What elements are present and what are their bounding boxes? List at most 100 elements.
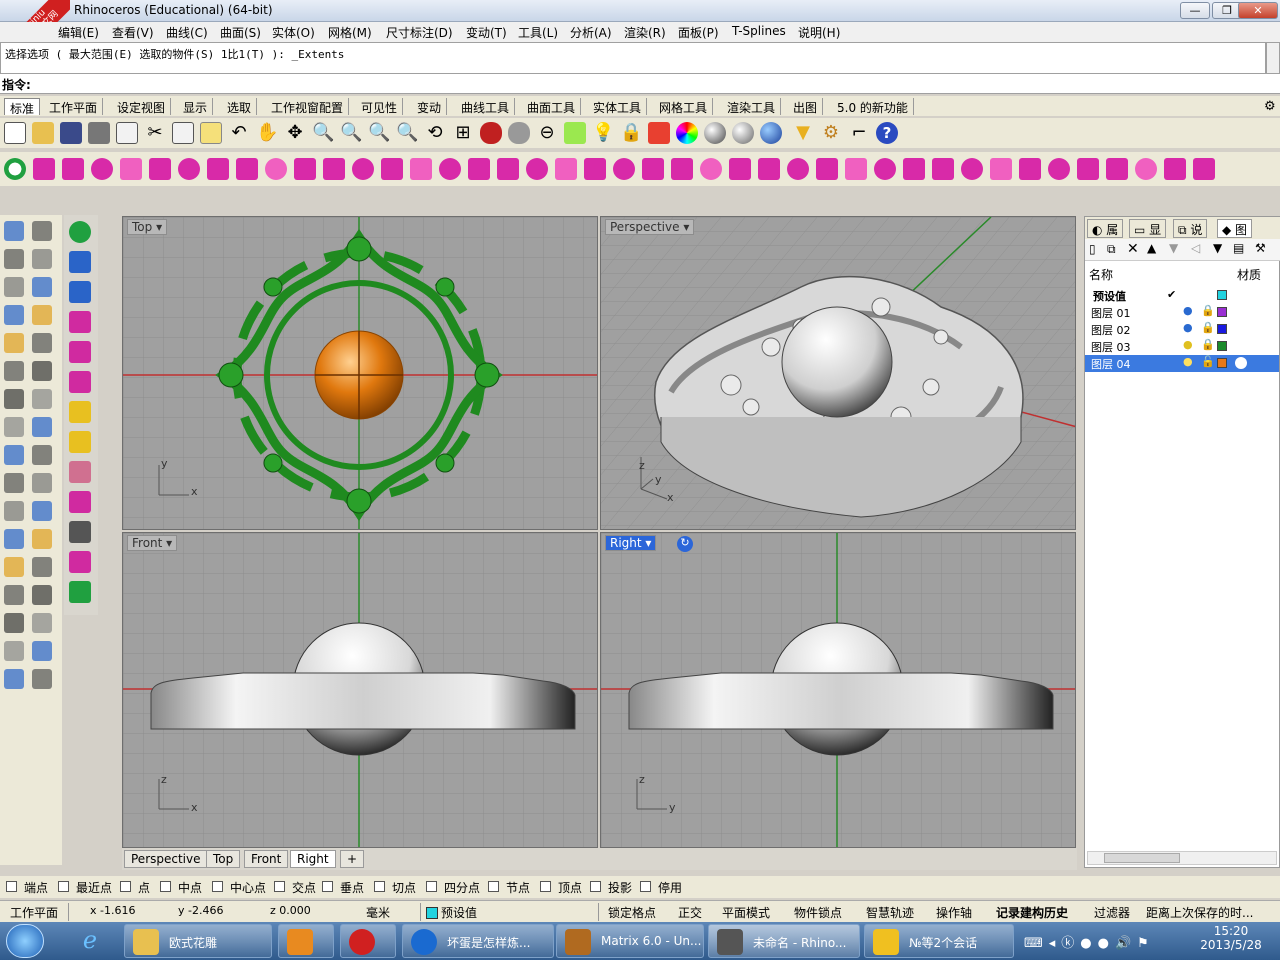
named-views-icon[interactable]	[480, 122, 502, 144]
viewport-label-right[interactable]: Right ▾	[605, 535, 657, 551]
menu-surface[interactable]: 曲面(S)	[220, 24, 261, 41]
copy-icon[interactable]	[172, 122, 194, 144]
tool-icon[interactable]	[4, 473, 24, 493]
tool-icon[interactable]	[32, 361, 52, 381]
ie-icon[interactable]: ℯ	[70, 926, 110, 956]
lock-icon[interactable]: 🔒	[1201, 321, 1215, 334]
osnap-checkbox[interactable]	[590, 881, 601, 892]
pan-hand-icon[interactable]: ✋	[256, 122, 278, 144]
task-matrix[interactable]: Matrix 6.0 - Un...	[556, 924, 704, 958]
tab-new-in-v5[interactable]: 5.0 的新功能	[832, 98, 914, 115]
new-file-icon[interactable]	[4, 122, 26, 144]
material-icon[interactable]	[1235, 357, 1247, 369]
tab-layers[interactable]: ◆ 图	[1217, 219, 1253, 238]
tool-icon[interactable]	[1048, 158, 1070, 180]
tool-icon[interactable]	[4, 158, 26, 180]
menu-edit[interactable]: 编辑(E)	[58, 24, 99, 41]
tool-icon[interactable]	[32, 389, 52, 409]
rendered-sphere-icon[interactable]	[732, 122, 754, 144]
layer-icon[interactable]	[648, 122, 670, 144]
viewport-label-front[interactable]: Front ▾	[127, 535, 178, 551]
four-viewports-icon[interactable]: ⊞	[452, 122, 474, 144]
osnap-checkbox[interactable]	[488, 881, 499, 892]
tab-properties[interactable]: ◐ 属	[1087, 219, 1124, 238]
tool-icon[interactable]	[149, 158, 171, 180]
tool-icon[interactable]	[1135, 158, 1157, 180]
tab-set-view[interactable]: 设定视图	[112, 98, 172, 115]
menu-tsplines[interactable]: T-Splines	[732, 24, 786, 38]
tab-drafting[interactable]: 出图	[788, 98, 824, 115]
tool-icon[interactable]	[1164, 158, 1186, 180]
options-gear-icon[interactable]: ⚙	[820, 122, 842, 144]
tool-icon[interactable]	[4, 641, 24, 661]
tool-icon[interactable]	[62, 158, 84, 180]
view-tab-right[interactable]: Right	[290, 850, 336, 868]
menu-tools[interactable]: 工具(L)	[518, 24, 558, 41]
tool-icon[interactable]	[381, 158, 403, 180]
osnap-checkbox[interactable]	[274, 881, 285, 892]
tool-icon[interactable]	[729, 158, 751, 180]
layer-color-swatch[interactable]	[1217, 307, 1227, 317]
tool-icon[interactable]	[69, 401, 91, 423]
task-player[interactable]	[278, 924, 334, 958]
menu-help[interactable]: 说明(H)	[798, 24, 840, 41]
layer-row-01[interactable]: 图层 01 ● 🔒	[1085, 304, 1279, 321]
tool-icon[interactable]	[32, 557, 52, 577]
status-filter[interactable]: 过滤器	[1094, 904, 1130, 921]
tab-transform[interactable]: 变动	[412, 98, 448, 115]
viewport-label-perspective[interactable]: Perspective ▾	[605, 219, 695, 235]
tool-icon[interactable]	[91, 158, 113, 180]
viewport-front[interactable]: z x Front ▾	[122, 532, 598, 848]
tool-icon[interactable]	[32, 473, 52, 493]
task-folder[interactable]: 欧式花雕	[124, 924, 272, 958]
tool-icon[interactable]	[932, 158, 954, 180]
viewport-right[interactable]: z y Right ▾ ↻	[600, 532, 1076, 848]
tool-icon[interactable]	[874, 158, 896, 180]
tool-icon[interactable]	[4, 669, 24, 689]
tab-curve-tools[interactable]: 曲线工具	[456, 98, 516, 115]
task-qvod[interactable]	[340, 924, 396, 958]
tool-icon[interactable]	[787, 158, 809, 180]
tool-icon[interactable]	[4, 389, 24, 409]
task-qq[interactable]: №等2个会话	[864, 924, 1014, 958]
tool-icon[interactable]	[69, 491, 91, 513]
tool-icon[interactable]	[32, 669, 52, 689]
move-up-icon[interactable]: ▲	[1147, 241, 1156, 255]
zoom-selected-icon[interactable]: 🔍	[396, 122, 418, 144]
status-ortho[interactable]: 正交	[678, 904, 702, 921]
tool-icon[interactable]	[4, 305, 24, 325]
tool-icon[interactable]	[4, 277, 24, 297]
tool-icon[interactable]	[526, 158, 548, 180]
undo-view-icon[interactable]: ⟲	[424, 122, 446, 144]
minimize-button[interactable]: —	[1180, 2, 1210, 19]
tool-icon[interactable]	[4, 585, 24, 605]
tool-icon[interactable]	[69, 461, 91, 483]
zoom-extents-icon[interactable]: 🔍	[368, 122, 390, 144]
status-history[interactable]: 记录建构历史	[996, 904, 1068, 921]
tool-icon[interactable]	[961, 158, 983, 180]
tool-icon[interactable]	[903, 158, 925, 180]
tool-icon[interactable]	[33, 158, 55, 180]
tool-icon[interactable]	[32, 641, 52, 661]
status-gumball[interactable]: 操作轴	[936, 904, 972, 921]
tab-surface-tools[interactable]: 曲面工具	[522, 98, 582, 115]
filter-icon[interactable]: ▼	[1213, 241, 1222, 255]
select-all-icon[interactable]	[564, 122, 586, 144]
lightbulb-icon[interactable]: ●	[1183, 304, 1193, 317]
tab-display[interactable]: ▭ 显	[1129, 219, 1167, 238]
osnap-checkbox[interactable]	[374, 881, 385, 892]
tool-icon[interactable]	[468, 158, 490, 180]
status-grid-snap[interactable]: 锁定格点	[608, 904, 656, 921]
undo-icon[interactable]: ↶	[228, 122, 250, 144]
menu-analyze[interactable]: 分析(A)	[570, 24, 612, 41]
lightbulb-icon[interactable]: ●	[1183, 355, 1193, 368]
menu-transform[interactable]: 变动(T)	[466, 24, 507, 41]
lightbulb-icon[interactable]: ●	[1183, 338, 1193, 351]
tool-icon[interactable]	[32, 417, 52, 437]
tab-mesh-tools[interactable]: 网格工具	[654, 98, 714, 115]
import-icon[interactable]	[116, 122, 138, 144]
layer-color-swatch[interactable]	[1217, 324, 1227, 334]
tool-icon[interactable]	[1106, 158, 1128, 180]
osnap-checkbox[interactable]	[6, 881, 17, 892]
tool-icon[interactable]	[69, 581, 91, 603]
